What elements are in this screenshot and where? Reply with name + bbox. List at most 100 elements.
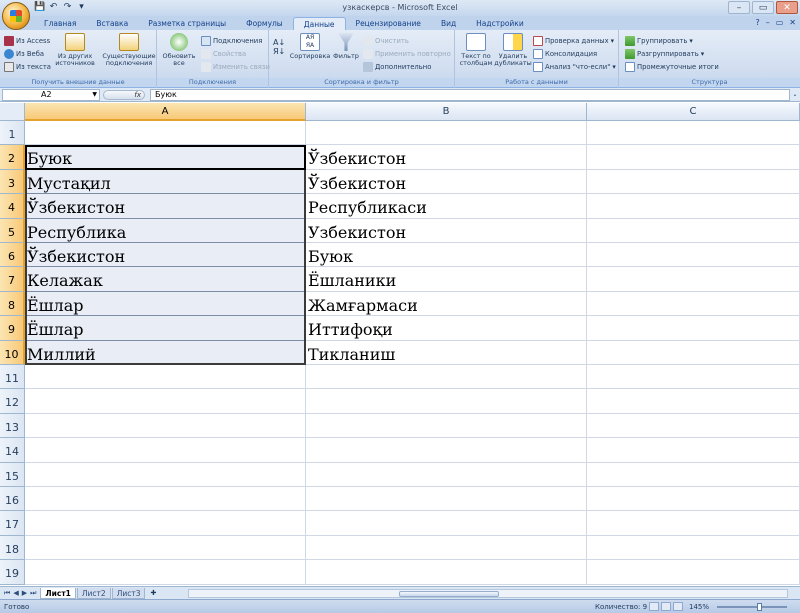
sheet-tab-2[interactable]: Лист2 [76, 587, 111, 599]
row-header-4[interactable]: 4 [0, 194, 25, 219]
cell-a19[interactable] [25, 560, 306, 585]
group-button[interactable]: Группировать ▾ [625, 34, 719, 47]
zoom-slider[interactable] [717, 606, 787, 608]
row-header-18[interactable]: 18 [0, 535, 25, 561]
expand-formula-bar-icon[interactable]: ⌄ [791, 89, 799, 101]
cell-b11[interactable] [306, 365, 587, 390]
sort-az-icon[interactable]: A↓ Я↓ [273, 38, 285, 56]
cell-b13[interactable] [306, 413, 587, 439]
zoom-level[interactable]: 145% [689, 603, 709, 611]
cell-b18[interactable] [306, 535, 587, 561]
cell-c14[interactable] [587, 438, 800, 463]
cell-a15[interactable] [25, 462, 306, 487]
properties-button[interactable]: Свойства [201, 47, 270, 60]
cell-b8[interactable]: Жамғармаси [306, 291, 587, 317]
cell-a16[interactable] [25, 487, 306, 512]
row-header-8[interactable]: 8 [0, 291, 25, 317]
cell-a7[interactable]: Келажак [25, 267, 306, 292]
insert-sheet-icon[interactable]: ✚ [146, 588, 160, 598]
doc-restore-icon[interactable]: ▭ [776, 18, 784, 27]
name-box[interactable]: A2 ▼ [2, 89, 100, 101]
cell-a14[interactable] [25, 438, 306, 463]
reapply-button[interactable]: Применить повторно [363, 47, 451, 60]
remove-duplicates-button[interactable]: Удалить дубликаты [494, 33, 532, 67]
cell-a5[interactable]: Республика [25, 218, 306, 243]
refresh-all-button[interactable]: Обновить все [159, 33, 199, 67]
row-header-17[interactable]: 17 [0, 511, 25, 536]
cell-a11[interactable] [25, 365, 306, 390]
tab-view[interactable]: Вид [431, 17, 466, 30]
cell-c11[interactable] [587, 365, 800, 390]
cell-b12[interactable] [306, 389, 587, 414]
cell-c3[interactable] [587, 169, 800, 195]
row-header-16[interactable]: 16 [0, 487, 25, 512]
row-header-1[interactable]: 1 [0, 121, 25, 146]
row-header-2[interactable]: 2 [0, 145, 25, 170]
cell-c18[interactable] [587, 535, 800, 561]
data-validation-button[interactable]: Проверка данных ▾ [533, 34, 616, 47]
row-header-10[interactable]: 10 [0, 340, 25, 365]
filter-button[interactable]: Фильтр [331, 33, 361, 60]
office-button[interactable] [2, 2, 30, 30]
other-sources-button[interactable]: Из других источников [50, 33, 100, 67]
first-sheet-icon[interactable]: ⏮ [4, 589, 10, 598]
cell-b17[interactable] [306, 511, 587, 536]
existing-connections-button[interactable]: Существующие подключения [102, 33, 156, 67]
edit-links-button[interactable]: Изменить связи [201, 60, 270, 73]
cell-b5[interactable]: Узбекистон [306, 218, 587, 243]
cell-a1[interactable] [25, 121, 306, 146]
page-layout-view-icon[interactable] [661, 602, 671, 611]
cell-a17[interactable] [25, 511, 306, 536]
tab-review[interactable]: Рецензирование [346, 17, 431, 30]
cell-a12[interactable] [25, 389, 306, 414]
cell-c6[interactable] [587, 243, 800, 268]
row-header-5[interactable]: 5 [0, 218, 25, 243]
prev-sheet-icon[interactable]: ◀ [13, 589, 18, 598]
subtotal-button[interactable]: Промежуточные итоги [625, 60, 719, 73]
page-break-view-icon[interactable] [673, 602, 683, 611]
sheet-tab-3[interactable]: Лист3 [111, 587, 146, 599]
row-header-13[interactable]: 13 [0, 413, 25, 439]
cell-b14[interactable] [306, 438, 587, 463]
cell-b3[interactable]: Ўзбекистон [306, 169, 587, 195]
cell-c5[interactable] [587, 218, 800, 243]
whatif-button[interactable]: Анализ "что-если" ▾ [533, 60, 616, 73]
cell-a6[interactable]: Ўзбекистон [25, 243, 306, 268]
cell-a10[interactable]: Миллий [25, 340, 306, 365]
cell-c15[interactable] [587, 462, 800, 487]
cell-c19[interactable] [587, 560, 800, 585]
cell-c4[interactable] [587, 194, 800, 219]
tab-page-layout[interactable]: Разметка страницы [138, 17, 236, 30]
row-header-7[interactable]: 7 [0, 267, 25, 292]
help-icon[interactable]: ? [755, 18, 759, 27]
from-web-button[interactable]: Из Веба [4, 47, 51, 60]
next-sheet-icon[interactable]: ▶ [22, 589, 27, 598]
cell-c16[interactable] [587, 487, 800, 512]
row-header-9[interactable]: 9 [0, 316, 25, 341]
tab-home[interactable]: Главная [34, 17, 86, 30]
horizontal-scrollbar[interactable] [188, 589, 788, 598]
select-all-corner[interactable] [0, 103, 25, 121]
cell-b1[interactable] [306, 121, 587, 146]
close-button[interactable]: ✕ [776, 1, 798, 14]
cell-a13[interactable] [25, 413, 306, 439]
cell-b6[interactable]: Буюк [306, 243, 587, 268]
consolidate-button[interactable]: Консолидация [533, 47, 616, 60]
from-text-button[interactable]: Из текста [4, 60, 51, 73]
last-sheet-icon[interactable]: ⏭ [30, 589, 36, 598]
cell-a9[interactable]: Ёшлар [25, 316, 306, 341]
row-header-12[interactable]: 12 [0, 389, 25, 414]
cell-b16[interactable] [306, 487, 587, 512]
cell-c13[interactable] [587, 413, 800, 439]
cell-a2[interactable]: Буюк [25, 145, 306, 170]
row-header-3[interactable]: 3 [0, 169, 25, 195]
zoom-slider-knob[interactable] [757, 603, 762, 611]
cell-b19[interactable] [306, 560, 587, 585]
tab-insert[interactable]: Вставка [86, 17, 138, 30]
tab-formulas[interactable]: Формулы [236, 17, 293, 30]
cell-c2[interactable] [587, 145, 800, 170]
row-header-14[interactable]: 14 [0, 438, 25, 463]
maximize-button[interactable]: ▭ [752, 1, 774, 14]
cell-c17[interactable] [587, 511, 800, 536]
advanced-filter-button[interactable]: Дополнительно [363, 60, 451, 73]
